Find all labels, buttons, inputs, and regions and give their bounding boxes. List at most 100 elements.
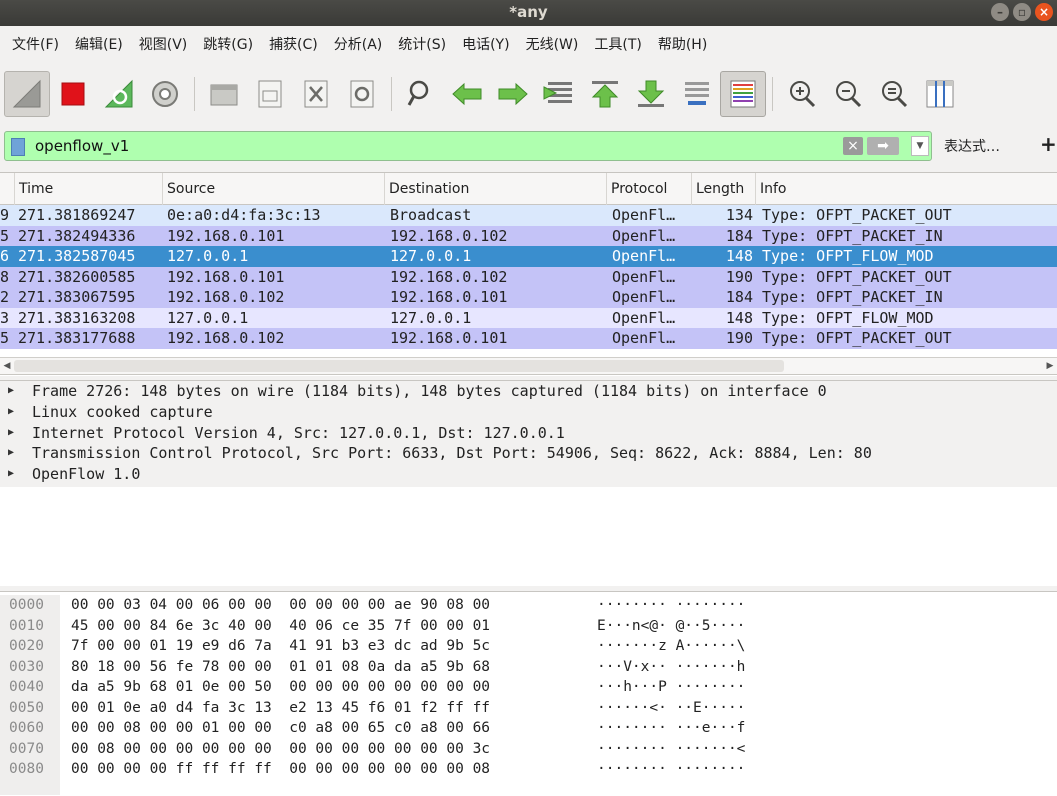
restart-capture-button[interactable] [96, 71, 142, 117]
menu-analyze[interactable]: 分析(A) [326, 33, 391, 57]
hex-byte-line[interactable]: 00 00 00 00 ff ff ff ff 00 00 00 00 00 0… [71, 759, 490, 780]
hex-ascii-line[interactable]: ········ ········ [597, 595, 745, 616]
hex-ascii-line[interactable]: ········ ···e···f [597, 718, 745, 739]
open-file-button[interactable] [201, 71, 247, 117]
menu-file[interactable]: 文件(F) [4, 33, 67, 57]
detail-linux-cooked[interactable]: ▶ Linux cooked capture [0, 402, 1057, 423]
hex-byte-line[interactable]: da a5 9b 68 01 0e 00 50 00 00 00 00 00 0… [71, 677, 490, 698]
hex-byte-line[interactable]: 00 00 03 04 00 06 00 00 00 00 00 00 ae 9… [71, 595, 490, 616]
reload-file-button[interactable] [339, 71, 385, 117]
stop-capture-button[interactable] [50, 71, 96, 117]
menu-view[interactable]: 视图(V) [131, 33, 196, 57]
display-filter-input[interactable] [35, 135, 815, 157]
bookmark-icon[interactable] [11, 138, 25, 156]
capture-options-button[interactable] [142, 71, 188, 117]
go-to-packet-button[interactable] [536, 71, 582, 117]
hex-byte-line[interactable]: 7f 00 00 01 19 e9 d6 7a 41 91 b3 e3 dc a… [71, 636, 490, 657]
scrollbar-thumb[interactable] [14, 360, 784, 372]
chevron-down-icon[interactable]: ▼ [911, 136, 929, 156]
add-filter-button[interactable]: + [1040, 132, 1057, 156]
menu-go[interactable]: 跳转(G) [195, 33, 261, 57]
hex-byte-line[interactable]: 00 00 08 00 00 01 00 00 c0 a8 00 65 c0 a… [71, 718, 490, 739]
hex-offset: 0080 [9, 761, 44, 777]
column-header-destination[interactable]: Destination [384, 173, 606, 205]
scroll-left-icon[interactable]: ◀ [0, 358, 14, 374]
packet-row[interactable]: 5 271.383177688 192.168.0.102 192.168.0.… [0, 328, 1057, 349]
go-last-button[interactable] [628, 71, 674, 117]
packet-destination-cell: 192.168.0.101 [390, 288, 508, 306]
expand-arrow-icon[interactable]: ▶ [8, 464, 14, 485]
expand-arrow-icon[interactable]: ▶ [8, 443, 14, 464]
toolbar-separator [391, 77, 392, 111]
packet-row[interactable]: 5 271.382494336 192.168.0.101 192.168.0.… [0, 225, 1057, 246]
find-packet-button[interactable] [398, 71, 444, 117]
packet-row-selected[interactable]: 6 271.382587045 127.0.0.1 127.0.0.1 Open… [0, 246, 1057, 267]
zoom-out-button[interactable] [825, 71, 871, 117]
expand-arrow-icon[interactable]: ▶ [8, 381, 14, 402]
packet-details-pane: ▶ Frame 2726: 148 bytes on wire (1184 bi… [0, 380, 1057, 586]
close-icon[interactable]: × [1035, 3, 1053, 21]
go-back-button[interactable] [444, 71, 490, 117]
hex-ascii-line[interactable]: ········ ·······< [597, 739, 745, 760]
go-forward-button[interactable] [490, 71, 536, 117]
column-header-info[interactable]: Info [755, 173, 1057, 205]
packet-list-header: Time Source Destination Protocol Length … [0, 173, 1057, 205]
start-capture-button[interactable] [4, 71, 50, 117]
column-header-protocol[interactable]: Protocol [606, 173, 691, 205]
menu-telephony[interactable]: 电话(Y) [454, 33, 517, 57]
save-file-button[interactable] [247, 71, 293, 117]
packet-destination-cell: 192.168.0.102 [390, 267, 508, 286]
packet-row[interactable]: 3 271.383163208 127.0.0.1 127.0.0.1 Open… [0, 307, 1057, 328]
menu-capture[interactable]: 捕获(C) [261, 33, 326, 57]
detail-ipv4[interactable]: ▶ Internet Protocol Version 4, Src: 127.… [0, 423, 1057, 444]
hex-ascii-line[interactable]: ········ ········ [597, 759, 745, 780]
resize-columns-button[interactable] [917, 71, 963, 117]
hex-ascii-line[interactable]: ·······z A······\ [597, 636, 745, 657]
hex-ascii-line[interactable]: ···V·x·· ·······h [597, 657, 745, 678]
hex-byte-line[interactable]: 00 01 0e a0 d4 fa 3c 13 e2 13 45 f6 01 f… [71, 698, 490, 719]
hex-ascii-line[interactable]: ······<· ··E····· [597, 698, 745, 719]
packet-bytes-pane: 0000 0010 0020 0030 0040 0050 0060 0070 … [0, 591, 1057, 796]
go-first-button[interactable] [582, 71, 628, 117]
expand-arrow-icon[interactable]: ▶ [8, 402, 14, 423]
detail-frame[interactable]: ▶ Frame 2726: 148 bytes on wire (1184 bi… [0, 381, 1057, 402]
hex-byte-line[interactable]: 00 08 00 00 00 00 00 00 00 00 00 00 00 0… [71, 739, 490, 760]
menu-wireless[interactable]: 无线(W) [518, 33, 587, 57]
zoom-normal-button[interactable] [871, 71, 917, 117]
go-last-icon [637, 80, 665, 107]
hex-byte-line[interactable]: 80 18 00 56 fe 78 00 00 01 01 08 0a da a… [71, 657, 490, 678]
clear-filter-icon[interactable]: × [843, 137, 863, 155]
close-file-button[interactable] [293, 71, 339, 117]
minimize-icon[interactable]: – [991, 3, 1009, 21]
hex-ascii-line[interactable]: E···n<@· @··5···· [597, 616, 745, 637]
menu-edit[interactable]: 编辑(E) [67, 33, 131, 57]
toolbar-separator [194, 77, 195, 111]
packet-row[interactable]: 2 271.383067595 192.168.0.102 192.168.0.… [0, 287, 1057, 308]
apply-filter-icon[interactable]: ➡ [867, 137, 899, 155]
auto-scroll-button[interactable] [674, 71, 720, 117]
packet-row[interactable]: 8 271.382600585 192.168.0.101 192.168.0.… [0, 266, 1057, 287]
menu-help[interactable]: 帮助(H) [650, 33, 715, 57]
packet-row[interactable]: 9 271.381869247 0e:a0:d4:fa:3c:13 Broadc… [0, 205, 1057, 226]
scroll-right-icon[interactable]: ▶ [1043, 358, 1057, 374]
hex-ascii[interactable]: ········ ········ E···n<@· @··5···· ····… [597, 595, 745, 780]
detail-openflow[interactable]: ▶ OpenFlow 1.0 [0, 464, 1057, 485]
column-header-source[interactable]: Source [162, 173, 384, 205]
hex-offset: 0020 [9, 638, 44, 654]
detail-tcp[interactable]: ▶ Transmission Control Protocol, Src Por… [0, 443, 1057, 464]
hex-ascii-line[interactable]: ···h···P ········ [597, 677, 745, 698]
menu-tools[interactable]: 工具(T) [586, 33, 649, 57]
menu-statistics[interactable]: 统计(S) [390, 33, 454, 57]
maximize-icon[interactable]: ▫ [1013, 3, 1031, 21]
hex-byte-line[interactable]: 45 00 00 84 6e 3c 40 00 40 06 ce 35 7f 0… [71, 616, 490, 637]
colorize-button[interactable] [720, 71, 766, 117]
column-header-time[interactable]: Time [14, 173, 162, 205]
expand-arrow-icon[interactable]: ▶ [8, 423, 14, 444]
expression-button[interactable]: 表达式… [944, 136, 1000, 156]
packet-list-hscrollbar[interactable]: ◀ ▶ [0, 357, 1057, 375]
zoom-in-button[interactable] [779, 71, 825, 117]
column-header-length[interactable]: Length [691, 173, 755, 205]
hex-bytes[interactable]: 00 00 03 04 00 06 00 00 00 00 00 00 ae 9… [71, 595, 490, 780]
packet-info-cell: Type: OFPT_FLOW_MOD [762, 247, 934, 265]
save-file-icon [258, 80, 282, 108]
